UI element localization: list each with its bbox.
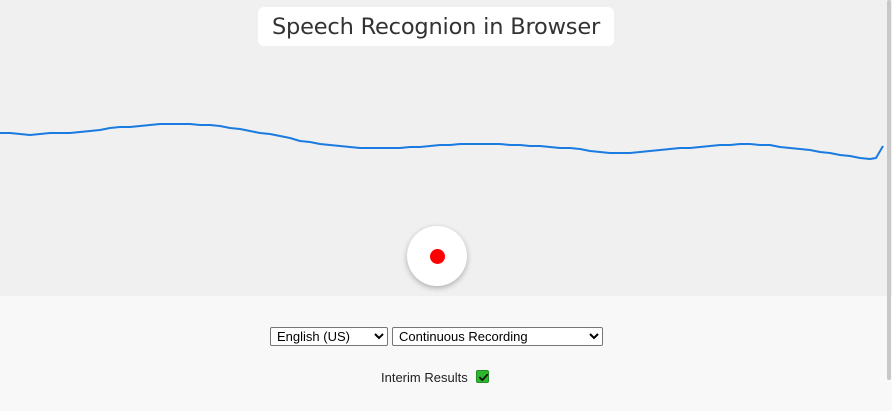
controls-panel: English (US) Continuous Recording Interi… bbox=[0, 296, 892, 411]
interim-results-checkbox[interactable] bbox=[476, 370, 489, 383]
recording-mode-select[interactable]: Continuous Recording bbox=[392, 327, 603, 346]
page-title: Speech Recognion in Browser bbox=[258, 7, 614, 46]
language-select[interactable]: English (US) bbox=[270, 327, 388, 346]
page-title-text: Speech Recognion in Browser bbox=[271, 13, 601, 40]
record-icon bbox=[429, 248, 445, 264]
interim-results-label: Interim Results bbox=[381, 370, 468, 385]
scrollbar[interactable] bbox=[886, 0, 892, 411]
scrollbar-thumb[interactable] bbox=[887, 0, 891, 380]
checkmark-icon bbox=[478, 373, 489, 381]
visualizer-area: Speech Recognion in Browser bbox=[0, 0, 892, 296]
waveform-line bbox=[0, 123, 884, 160]
record-button[interactable] bbox=[407, 226, 467, 286]
